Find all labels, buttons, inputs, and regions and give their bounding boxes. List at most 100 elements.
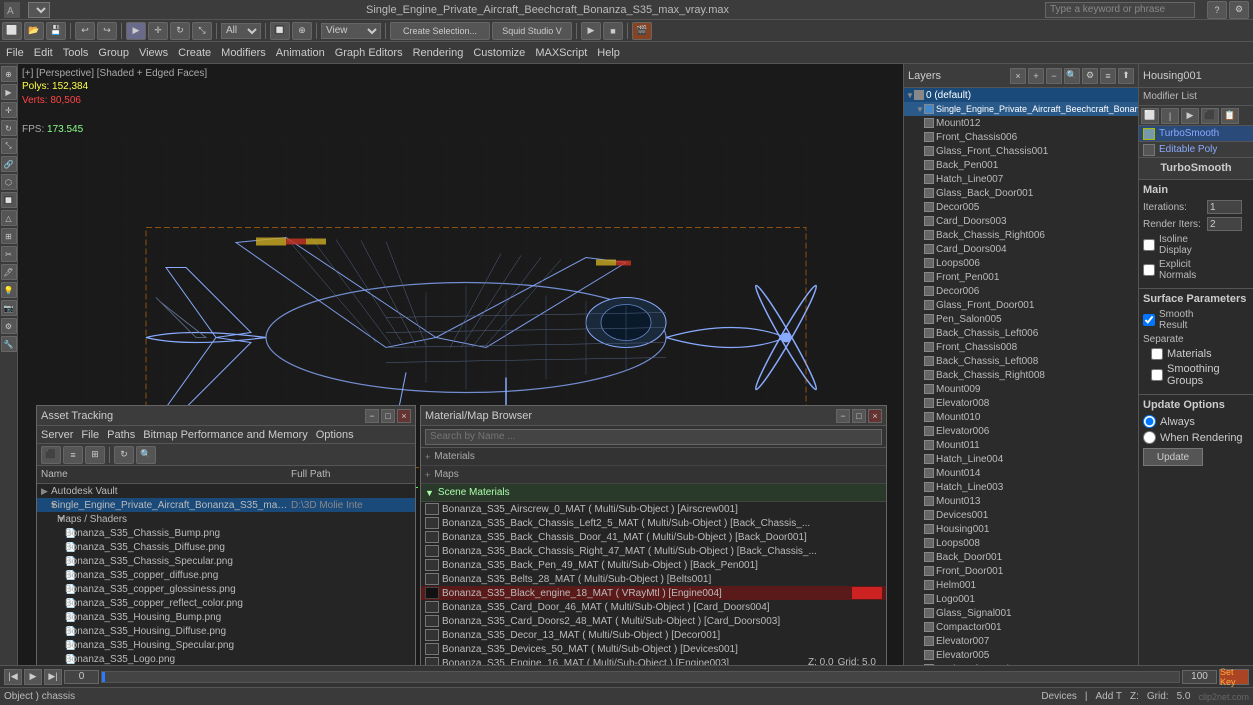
mat-row-black-engine[interactable]: Bonanza_S35_Black_engine_18_MAT ( VRayMt…: [421, 586, 886, 600]
menu-create[interactable]: Create: [174, 47, 215, 59]
tl-next-btn[interactable]: ▶|: [44, 669, 62, 685]
new-btn[interactable]: ⬜: [2, 22, 22, 40]
prop-tb-2[interactable]: |: [1161, 108, 1179, 124]
asset-row-logo[interactable]: 📄 Bonanza_S35_Logo.png: [37, 652, 415, 666]
menu-help[interactable]: Help: [593, 47, 624, 59]
mat-row-card-doors2[interactable]: Bonanza_S35_Card_Doors2_48_MAT ( Multi/S…: [421, 614, 886, 628]
layer-glass-front-chassis[interactable]: Glass_Front_Chassis001: [904, 144, 1138, 158]
save-btn[interactable]: 💾: [46, 22, 66, 40]
layers-btn-4[interactable]: 🔍: [1064, 68, 1080, 84]
layer-mount012[interactable]: Mount012: [904, 116, 1138, 130]
play-btn[interactable]: ▶: [581, 22, 601, 40]
asset-row-housing-bump[interactable]: 📄 Bonanza_S35_Housing_Bump.png: [37, 610, 415, 624]
filter-select[interactable]: All: [221, 23, 261, 39]
lt-btn-15[interactable]: ⚙: [1, 318, 17, 334]
layer-loops006[interactable]: Loops006: [904, 256, 1138, 270]
layer-elevator007[interactable]: Elevator007: [904, 634, 1138, 648]
layer-front-chassis008[interactable]: Front_Chassis008: [904, 340, 1138, 354]
layer-single-engine[interactable]: ▼ Single_Engine_Private_Aircraft_Beechcr…: [904, 102, 1138, 116]
smooth-result-checkbox[interactable]: [1143, 314, 1155, 326]
layers-btn-3[interactable]: −: [1046, 68, 1062, 84]
asset-menu-bitmap[interactable]: Bitmap Performance and Memory: [143, 429, 307, 441]
tl-play-btn[interactable]: ▶: [24, 669, 42, 685]
layers-btn-5[interactable]: ⚙: [1082, 68, 1098, 84]
mat-restore-btn[interactable]: □: [852, 409, 866, 423]
lt-btn-4[interactable]: ↻: [1, 120, 17, 136]
layer-back-chassis-right008[interactable]: Back_Chassis_Right008: [904, 368, 1138, 382]
material-search-input[interactable]: [425, 429, 882, 445]
layer-mount011[interactable]: Mount011: [904, 438, 1138, 452]
smoothing-groups-checkbox[interactable]: [1151, 369, 1163, 381]
menu-animation[interactable]: Animation: [272, 47, 329, 59]
modifier-editable-poly[interactable]: Editable Poly: [1139, 142, 1253, 158]
mat-minimize-btn[interactable]: −: [836, 409, 850, 423]
lt-btn-16[interactable]: 🔧: [1, 336, 17, 352]
lt-btn-3[interactable]: ✛: [1, 102, 17, 118]
lt-btn-2[interactable]: ▶: [1, 84, 17, 100]
modifier-turbosmooth[interactable]: TurboSmooth: [1139, 126, 1253, 142]
layer-card-doors003[interactable]: Card_Doors003: [904, 214, 1138, 228]
when-rendering-radio[interactable]: [1143, 431, 1156, 444]
squid-btn[interactable]: Squid Studio V: [492, 22, 572, 40]
layer-back-chassis-left008[interactable]: Back_Chassis_Left008: [904, 354, 1138, 368]
menu-edit[interactable]: Edit: [30, 47, 57, 59]
timeline-current-frame[interactable]: [64, 670, 99, 684]
material-browser-titlebar[interactable]: Material/Map Browser − □ ×: [421, 406, 886, 426]
lt-btn-6[interactable]: 🔗: [1, 156, 17, 172]
create-selection-btn[interactable]: Create Selection...: [390, 22, 490, 40]
restore-btn[interactable]: □: [381, 409, 395, 423]
lt-btn-8[interactable]: 🔲: [1, 192, 17, 208]
asset-row-copper-diff[interactable]: 📄 Bonanza_S35_copper_diffuse.png: [37, 568, 415, 582]
layer-elevator005[interactable]: Elevator005: [904, 648, 1138, 662]
layer-helm001[interactable]: Helm001: [904, 578, 1138, 592]
scene-materials-section[interactable]: ▼ Scene Materials: [421, 484, 886, 502]
scale-btn[interactable]: ⤡: [192, 22, 212, 40]
asset-row-specular[interactable]: 📄 Bonanza_S35_Chassis_Specular.png: [37, 554, 415, 568]
layer-hatch-line004[interactable]: Hatch_Line004: [904, 452, 1138, 466]
asset-row-vault[interactable]: ▶ Autodesk Vault: [37, 484, 415, 498]
mat-row-back-chassis-right[interactable]: Bonanza_S35_Back_Chassis_Right_47_MAT ( …: [421, 544, 886, 558]
layer-loops008[interactable]: Loops008: [904, 536, 1138, 550]
layer-decor005[interactable]: Decor005: [904, 200, 1138, 214]
rotate-btn[interactable]: ↻: [170, 22, 190, 40]
asset-tb-2[interactable]: ≡: [63, 446, 83, 464]
layer-glass-back-door[interactable]: Glass_Back_Door001: [904, 186, 1138, 200]
toolbar-btn-2[interactable]: ⚙: [1229, 1, 1249, 19]
lt-btn-11[interactable]: ✂: [1, 246, 17, 262]
viewport[interactable]: [+] [Perspective] [Shaded + Edged Faces]…: [18, 64, 903, 705]
layer-mount010[interactable]: Mount010: [904, 410, 1138, 424]
asset-menu-file[interactable]: File: [81, 429, 99, 441]
angle-snap-btn[interactable]: ⊕: [292, 22, 312, 40]
asset-row-diffuse[interactable]: 📄 Bonanza_S35_Chassis_Diffuse.png: [37, 540, 415, 554]
layer-back-chassis-left006[interactable]: Back_Chassis_Left006: [904, 326, 1138, 340]
lt-btn-12[interactable]: 🖊: [1, 264, 17, 280]
layer-back-chassis-right006[interactable]: Back_Chassis_Right006: [904, 228, 1138, 242]
layers-btn-1[interactable]: ×: [1010, 68, 1026, 84]
undo-btn[interactable]: ↩: [75, 22, 95, 40]
render-btn[interactable]: 🎬: [632, 22, 652, 40]
layer-decor006[interactable]: Decor006: [904, 284, 1138, 298]
asset-row-file[interactable]: ▼ Single_Engine_Private_Aircraft_Bonanza…: [37, 498, 415, 512]
toolbar-btn-1[interactable]: ?: [1207, 1, 1227, 19]
layer-front-pen001[interactable]: Front_Pen001: [904, 270, 1138, 284]
layer-card-doors004[interactable]: Card_Doors004: [904, 242, 1138, 256]
prop-tb-3[interactable]: ▶: [1181, 108, 1199, 124]
layer-pen-salon005[interactable]: Pen_Salon005: [904, 312, 1138, 326]
menu-maxscript[interactable]: MAXScript: [531, 47, 591, 59]
view-select[interactable]: View: [321, 23, 381, 39]
mat-row-back-chassis-left[interactable]: Bonanza_S35_Back_Chassis_Left2_5_MAT ( M…: [421, 516, 886, 530]
isoline-checkbox[interactable]: [1143, 239, 1155, 251]
asset-tracking-titlebar[interactable]: Asset Tracking − □ ×: [37, 406, 415, 426]
layer-compactor001[interactable]: Compactor001: [904, 620, 1138, 634]
explicit-normals-checkbox[interactable]: [1143, 264, 1155, 276]
menu-graph-editors[interactable]: Graph Editors: [331, 47, 407, 59]
asset-menu-paths[interactable]: Paths: [107, 429, 135, 441]
asset-tb-4[interactable]: ↻: [114, 446, 134, 464]
layer-glass-signal001[interactable]: Glass_Signal001: [904, 606, 1138, 620]
layer-mount009[interactable]: Mount009: [904, 382, 1138, 396]
layers-btn-6[interactable]: ≡: [1100, 68, 1116, 84]
menu-views[interactable]: Views: [135, 47, 172, 59]
stop-btn[interactable]: ■: [603, 22, 623, 40]
lt-btn-5[interactable]: ⤡: [1, 138, 17, 154]
layer-logo001[interactable]: Logo001: [904, 592, 1138, 606]
